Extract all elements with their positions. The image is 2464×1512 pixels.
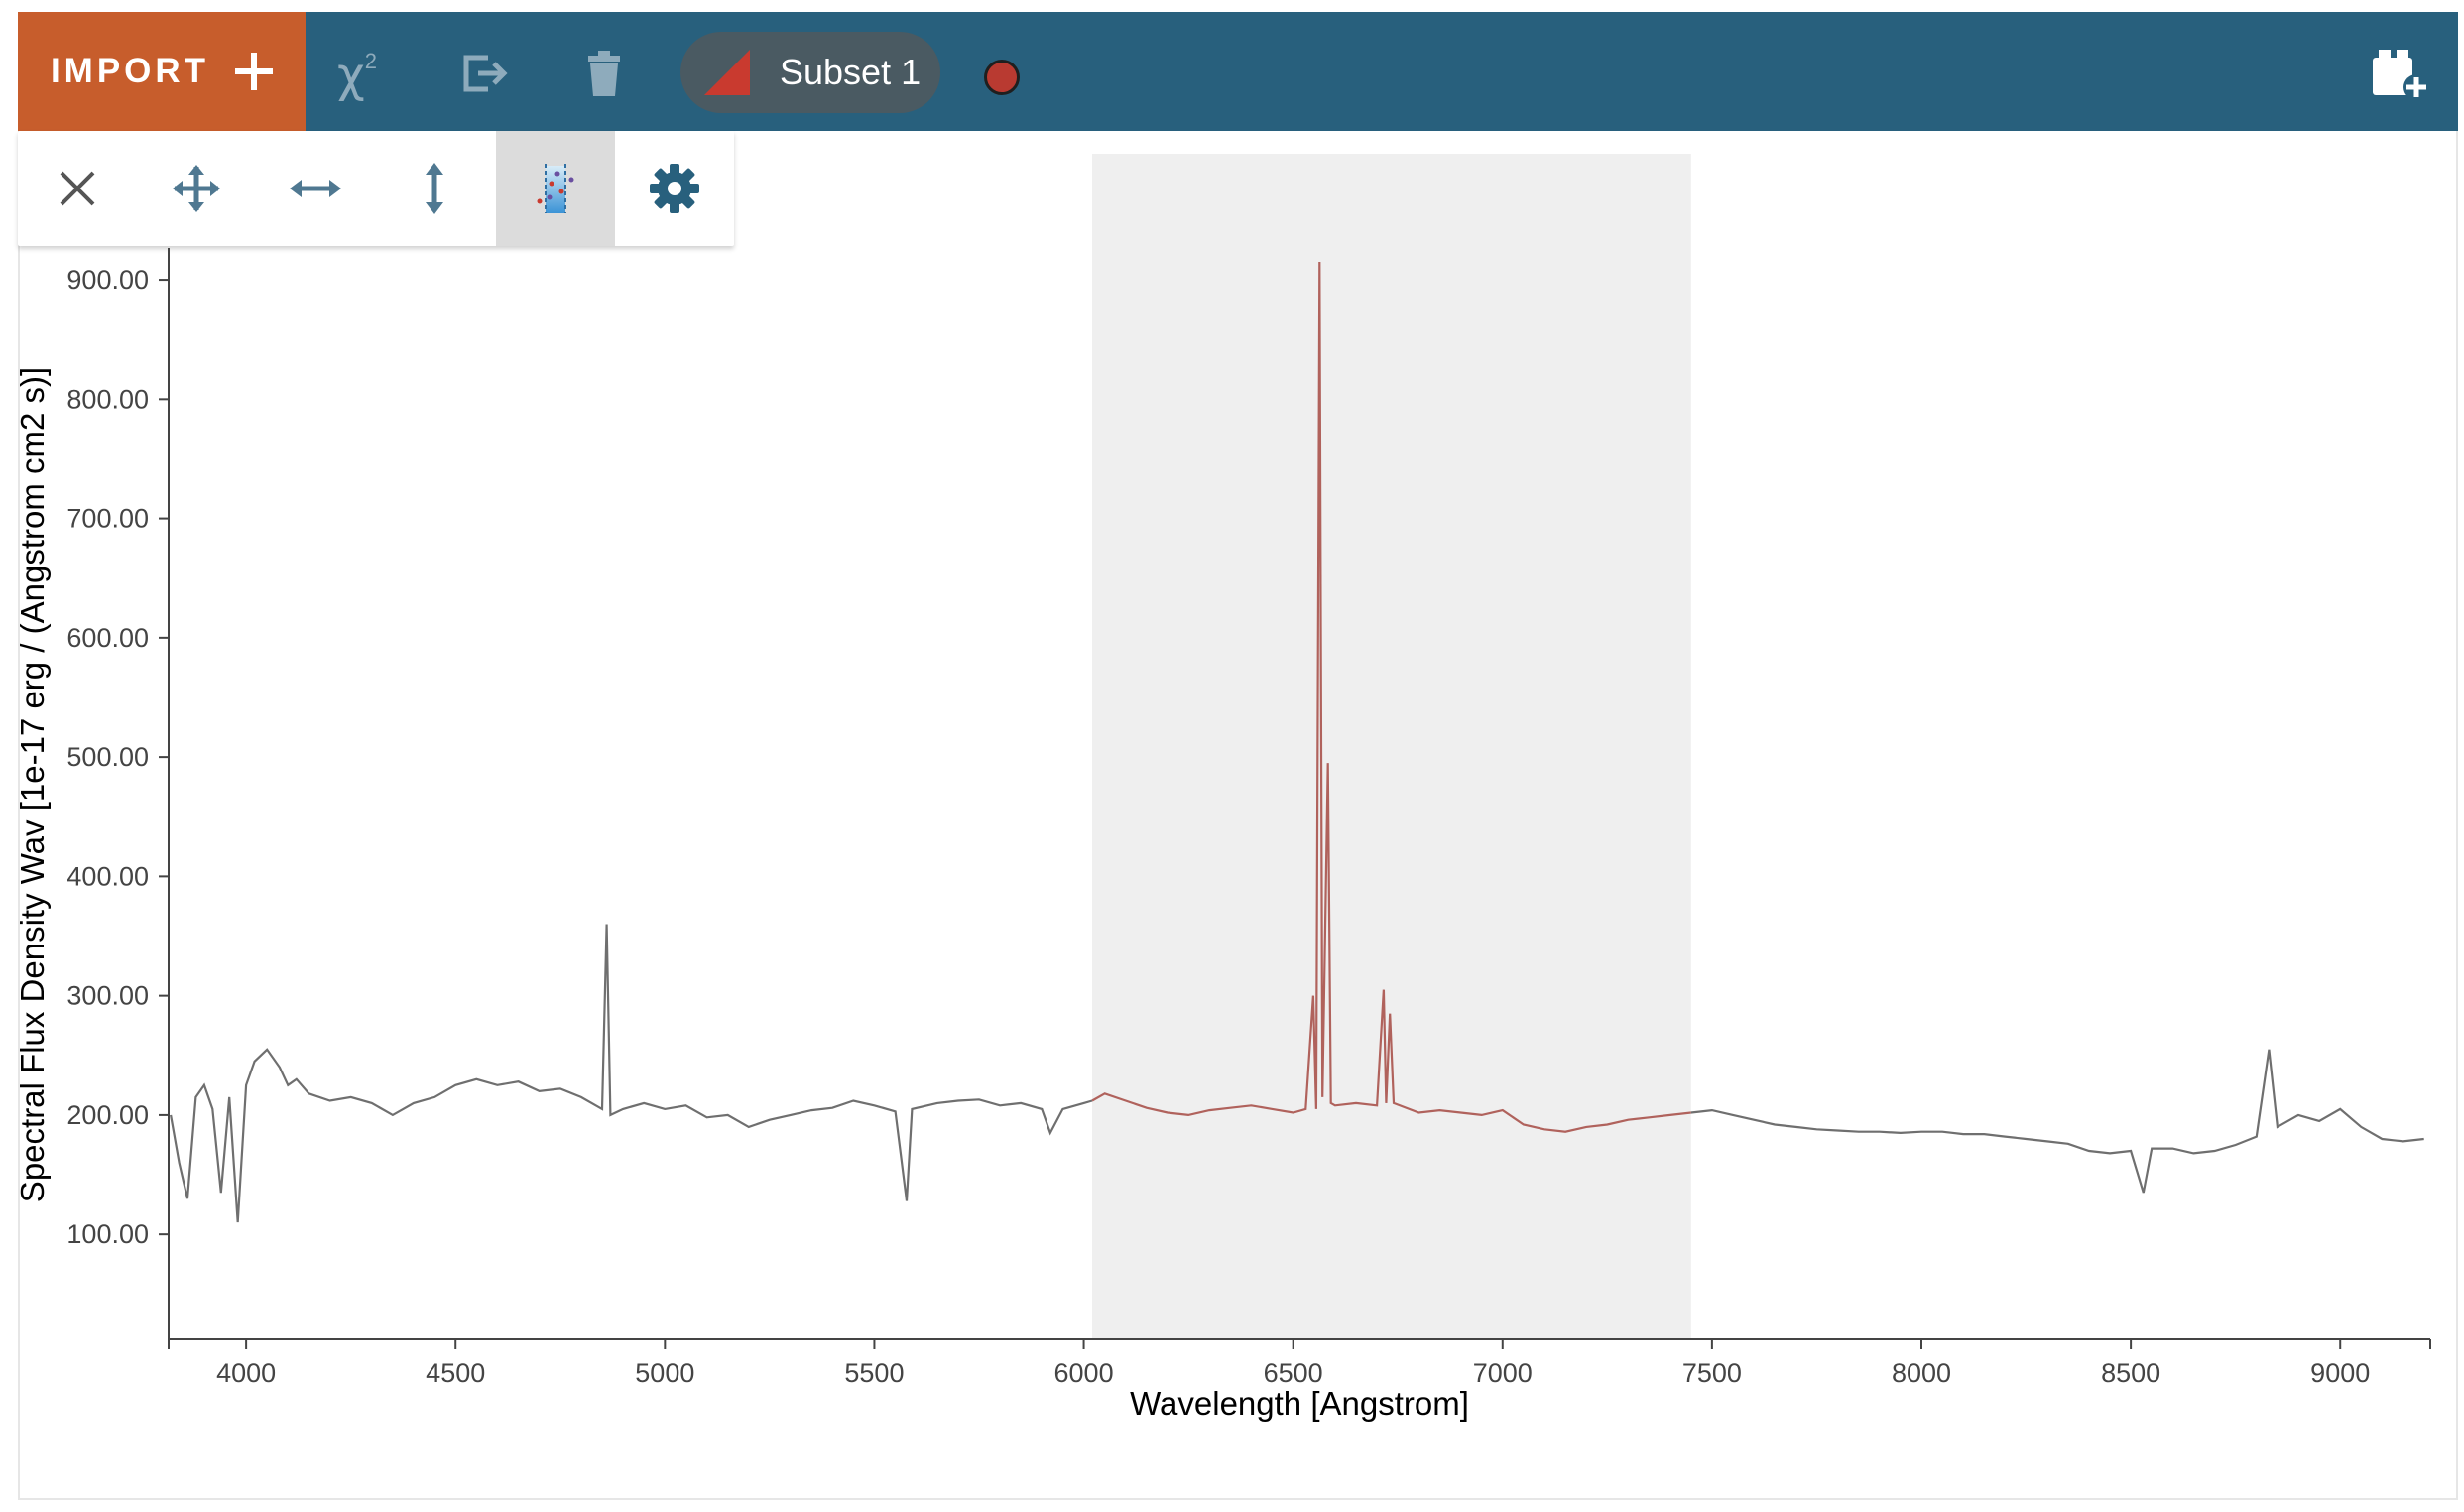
spectrum-line-left bbox=[170, 924, 1093, 1223]
app-root: IMPORT χ2 Subset 1 4000 4500 5000 5500 6… bbox=[0, 0, 2464, 1512]
x-tick-label: 9000 bbox=[2310, 1358, 2370, 1388]
y-tick-label: 300.00 bbox=[66, 981, 149, 1011]
x-tick-label: 8500 bbox=[2101, 1358, 2160, 1388]
x-tick-label: 4000 bbox=[216, 1358, 276, 1388]
subset-region[interactable] bbox=[1092, 154, 1691, 1339]
x-tick-label: 7500 bbox=[1682, 1358, 1742, 1388]
y-tick-label: 500.00 bbox=[66, 742, 149, 772]
x-tick-label: 4500 bbox=[426, 1358, 485, 1388]
spectrum-plot[interactable]: 4000 4500 5000 5500 6000 6500 7000 7500 8000 8500… bbox=[0, 0, 2464, 1512]
y-tick-label: 400.00 bbox=[66, 861, 149, 891]
y-tick-label: 200.00 bbox=[66, 1100, 149, 1130]
y-axis-title: Spectral Flux Density Wav [1e-17 erg / (… bbox=[14, 367, 51, 1202]
x-tick-label: 6500 bbox=[1264, 1358, 1323, 1388]
y-tick-label: 100.00 bbox=[66, 1219, 149, 1249]
x-tick-label: 6000 bbox=[1054, 1358, 1114, 1388]
y-tick-label: 600.00 bbox=[66, 623, 149, 653]
x-tick-label: 7000 bbox=[1473, 1358, 1533, 1388]
x-tick-label: 5000 bbox=[635, 1358, 694, 1388]
x-tick-label: 8000 bbox=[1892, 1358, 1951, 1388]
y-tick-label: 700.00 bbox=[66, 504, 149, 534]
x-tick-label: 5500 bbox=[844, 1358, 904, 1388]
y-tick-label: 900.00 bbox=[66, 265, 149, 295]
x-axis-title: Wavelength [Angstrom] bbox=[1130, 1385, 1469, 1422]
spectrum-line-right bbox=[1690, 1049, 2424, 1194]
y-tick-label: 800.00 bbox=[66, 384, 149, 414]
